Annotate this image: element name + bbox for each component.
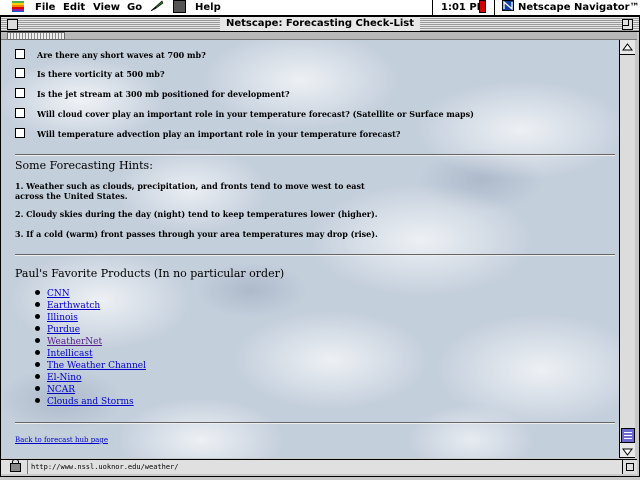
menu-bar: File Edit View Go Help 1:01 PM Netscape … — [0, 0, 640, 16]
product-link[interactable]: Purdue — [47, 325, 80, 335]
checklist-item: Are there any short waves at 700 mb? — [15, 49, 206, 62]
toolbar-expand-tab[interactable] — [7, 32, 65, 40]
list-item: Illinois — [35, 312, 146, 324]
checklist-item: Will cloud cover play an important role … — [15, 108, 474, 121]
bullet-icon — [35, 314, 40, 319]
menubar-divider — [432, 0, 433, 15]
hints-heading: Some Forecasting Hints: — [15, 159, 153, 172]
menu-file[interactable]: File — [35, 0, 55, 15]
product-link[interactable]: Illinois — [47, 313, 78, 323]
window-title-bar[interactable]: Netscape: Forecasting Check-List — [0, 16, 640, 32]
battery-icon — [479, 0, 486, 13]
menu-view[interactable]: View — [93, 0, 120, 15]
product-link[interactable]: Intellicast — [47, 349, 93, 359]
script-menu-icon[interactable] — [173, 0, 186, 13]
horizontal-rule — [15, 254, 615, 256]
bullet-icon — [35, 290, 40, 295]
application-menu[interactable]: Netscape Navigator™ — [518, 0, 640, 15]
product-link[interactable]: Earthwatch — [47, 301, 100, 311]
vertical-scrollbar[interactable] — [619, 40, 635, 458]
menu-go[interactable]: Go — [127, 0, 142, 15]
bullet-icon — [35, 326, 40, 331]
product-link[interactable]: WeatherNet — [47, 337, 102, 347]
scroll-down-arrow-icon[interactable] — [620, 442, 635, 458]
zoom-box-icon[interactable] — [622, 19, 633, 30]
list-item: CNN — [35, 288, 146, 300]
checklist-question: Will temperature advection play an impor… — [37, 129, 401, 139]
hint-item: 2. Cloudy skies during the day (night) t… — [15, 209, 378, 219]
editor-feather-icon[interactable] — [151, 0, 164, 11]
bullet-icon — [35, 302, 40, 307]
list-item: NCAR — [35, 384, 146, 396]
product-link[interactable]: CNN — [47, 289, 70, 299]
checklist-item: Is there vorticity at 500 mb? — [15, 68, 165, 81]
apple-icon[interactable] — [12, 0, 24, 12]
checklist-question: Are there any short waves at 700 mb? — [37, 50, 206, 60]
checklist-item: Is the jet stream at 300 mb positioned f… — [15, 88, 290, 101]
list-item: The Weather Channel — [35, 360, 146, 372]
list-item: El-Nino — [35, 372, 146, 384]
product-link[interactable]: The Weather Channel — [47, 361, 146, 371]
checklist-question: Is there vorticity at 500 mb? — [37, 69, 165, 79]
bullet-icon — [35, 350, 40, 355]
bullet-icon — [35, 338, 40, 343]
list-item: Purdue — [35, 324, 146, 336]
checklist-question: Will cloud cover play an important role … — [37, 109, 474, 119]
list-item: Intellicast — [35, 348, 146, 360]
menubar-divider — [494, 0, 495, 15]
checkbox[interactable] — [15, 108, 25, 118]
scroll-up-arrow-icon[interactable] — [620, 40, 635, 55]
list-item: WeatherNet — [35, 336, 146, 348]
horizontal-rule — [15, 154, 615, 156]
netscape-app-icon[interactable] — [502, 0, 514, 11]
checkbox[interactable] — [15, 68, 25, 78]
page-content: Are there any short waves at 700 mb? Is … — [1, 40, 619, 458]
product-link[interactable]: Clouds and Storms — [47, 397, 134, 407]
close-box-icon[interactable] — [7, 19, 18, 30]
products-list: CNN Earthwatch Illinois Purdue WeatherNet Int… — [35, 288, 146, 408]
security-lock-icon[interactable] — [10, 459, 21, 472]
window-title: Netscape: Forecasting Check-List — [219, 17, 421, 31]
products-heading: Paul's Favorite Products (In no particul… — [15, 267, 285, 280]
checklist-item: Will temperature advection play an impor… — [15, 128, 400, 141]
checkbox[interactable] — [15, 88, 25, 98]
resize-box-icon[interactable] — [622, 460, 637, 474]
back-to-hub-link[interactable]: Back to forecast hub page — [15, 436, 108, 444]
product-link[interactable]: NCAR — [47, 385, 75, 395]
bullet-icon — [35, 398, 40, 403]
bullet-icon — [35, 362, 40, 367]
checkbox[interactable] — [15, 128, 25, 138]
bullet-icon — [35, 374, 40, 379]
bullet-icon — [35, 386, 40, 391]
checklist-question: Is the jet stream at 300 mb positioned f… — [37, 89, 290, 99]
list-item: Clouds and Storms — [35, 396, 146, 408]
hint-item: 3. If a cold (warm) front passes through… — [15, 229, 378, 239]
product-link[interactable]: El-Nino — [47, 373, 81, 383]
hint-item: 1. Weather such as clouds, precipitation… — [15, 181, 365, 201]
checkbox[interactable] — [15, 49, 25, 59]
collapsed-toolbar — [1, 32, 637, 40]
menu-edit[interactable]: Edit — [63, 0, 85, 15]
status-url: http://www.nssl.uoknor.edu/weather/ — [27, 460, 179, 474]
list-item: Earthwatch — [35, 300, 146, 312]
horizontal-rule — [15, 422, 615, 424]
menu-help[interactable]: Help — [195, 0, 221, 15]
status-bar: http://www.nssl.uoknor.edu/weather/ — [1, 459, 637, 474]
